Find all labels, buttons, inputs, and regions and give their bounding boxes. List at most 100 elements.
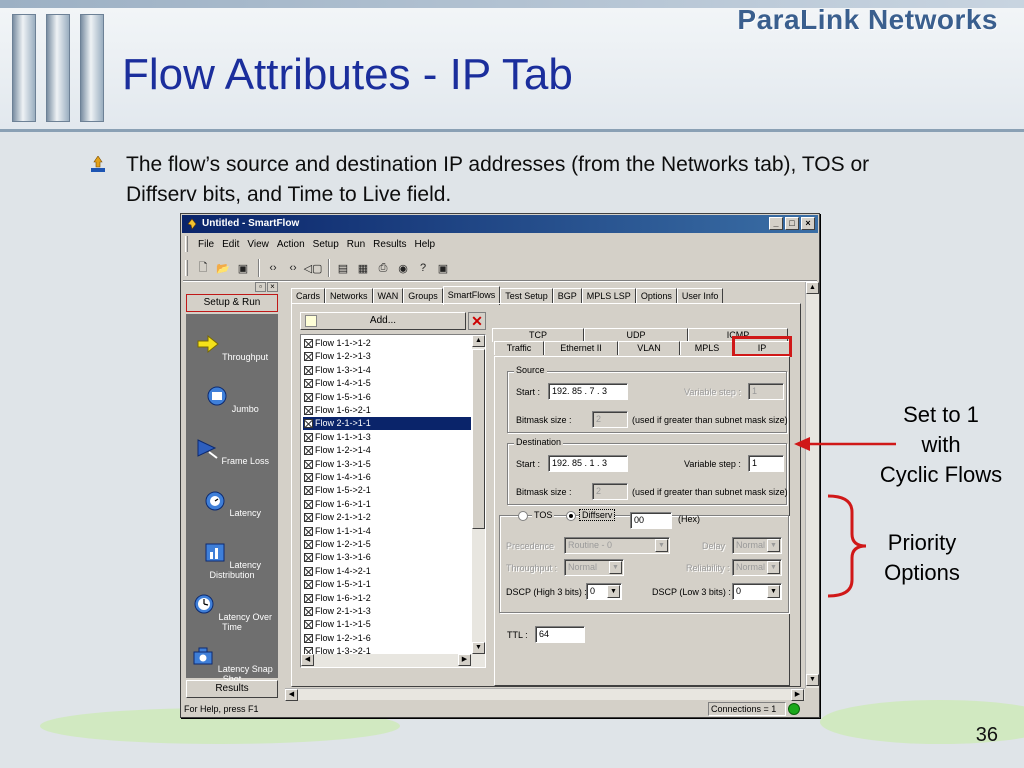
checkbox-icon[interactable] bbox=[304, 432, 313, 442]
new-file-icon[interactable]: 🗋 bbox=[194, 259, 212, 277]
flow-list-item[interactable]: Flow 1-5->1-6 bbox=[303, 391, 471, 404]
toolbar-grip[interactable] bbox=[185, 260, 188, 276]
checkbox-icon[interactable] bbox=[304, 633, 313, 643]
setup-run-button[interactable]: Setup & Run bbox=[186, 294, 278, 312]
flow-list-item[interactable]: Flow 1-2->1-4 bbox=[303, 444, 471, 457]
throughput-select[interactable]: Normal ▼ bbox=[564, 559, 624, 576]
flow-list-item[interactable]: Flow 1-1->1-4 bbox=[303, 525, 471, 538]
source-start-ip-input[interactable]: 192. 85 . 7 . 3 bbox=[548, 383, 628, 400]
sidebar-item-latency[interactable]: Latency bbox=[184, 488, 280, 518]
tos-radio[interactable] bbox=[518, 511, 528, 521]
open-folder-icon[interactable]: 📂 bbox=[214, 259, 232, 277]
flow-list-item[interactable]: Flow 1-5->1-1 bbox=[303, 578, 471, 591]
checkbox-icon[interactable] bbox=[304, 392, 313, 402]
checkbox-icon[interactable] bbox=[304, 459, 313, 469]
delete-flow-button[interactable]: ✕ bbox=[468, 312, 486, 330]
menu-run[interactable]: Run bbox=[343, 236, 369, 254]
tab-wan[interactable]: WAN bbox=[372, 288, 404, 304]
checkbox-icon[interactable] bbox=[304, 473, 313, 482]
monitor-icon[interactable]: ▣ bbox=[434, 259, 452, 277]
nav-back-icon[interactable]: ‹› bbox=[264, 259, 282, 277]
checkbox-icon[interactable] bbox=[304, 580, 313, 590]
tab-options[interactable]: Options bbox=[635, 288, 677, 304]
checkbox-icon[interactable] bbox=[304, 446, 313, 456]
checkbox-icon[interactable] bbox=[304, 566, 313, 576]
tab-user-info[interactable]: User Info bbox=[676, 288, 724, 304]
flow-list-scrollbar[interactable]: ▲ ▼ bbox=[472, 335, 485, 655]
flow-list-hscrollbar[interactable]: ◀ ▶ bbox=[301, 654, 485, 667]
sidebar-item-latency-distribution[interactable]: Latency Distribution bbox=[184, 540, 280, 580]
print-preview-icon[interactable]: ▦ bbox=[354, 259, 372, 277]
maximize-button[interactable]: □ bbox=[785, 217, 799, 230]
tab-tcp[interactable]: TCP bbox=[492, 328, 584, 342]
pane-restore-button[interactable]: ▫ bbox=[255, 282, 266, 292]
precedence-select[interactable]: Routine - 0 ▼ bbox=[564, 537, 670, 554]
menu-edit[interactable]: Edit bbox=[218, 236, 243, 254]
tab-cards[interactable]: Cards bbox=[291, 288, 326, 304]
sidebar-item-latency-over-time[interactable]: Latency Over Time bbox=[184, 592, 280, 632]
nav-forward-icon[interactable]: ‹› bbox=[284, 259, 302, 277]
checkbox-icon[interactable] bbox=[304, 526, 313, 536]
checkbox-icon[interactable] bbox=[304, 607, 313, 616]
dscp-low-select[interactable]: 0 ▼ bbox=[732, 583, 782, 600]
checkbox-icon[interactable] bbox=[304, 499, 313, 509]
menu-grip[interactable] bbox=[185, 236, 188, 252]
destination-variable-step-input[interactable]: 1 bbox=[748, 455, 784, 472]
checkbox-icon[interactable] bbox=[304, 540, 313, 549]
menu-view[interactable]: View bbox=[243, 236, 273, 254]
pane-close-button[interactable]: × bbox=[267, 282, 278, 292]
tab-test-setup[interactable]: Test Setup bbox=[500, 288, 553, 304]
tab-ip[interactable]: IP bbox=[732, 336, 792, 357]
checkbox-icon[interactable] bbox=[304, 339, 313, 348]
add-flow-button[interactable]: Add... bbox=[300, 312, 466, 330]
scroll-left-arrow[interactable]: ◀ bbox=[301, 654, 314, 666]
hex-value-input[interactable]: 00 bbox=[630, 512, 672, 529]
flow-list-item[interactable]: Flow 2-1->1-3 bbox=[303, 605, 471, 618]
minimize-button[interactable]: _ bbox=[769, 217, 783, 230]
flow-list-item[interactable]: Flow 1-4->1-6 bbox=[303, 471, 471, 484]
checkbox-icon[interactable] bbox=[304, 513, 313, 523]
source-bitmask-input[interactable]: 2 bbox=[592, 411, 628, 428]
checkbox-icon[interactable] bbox=[304, 365, 313, 375]
globe-icon[interactable]: ◉ bbox=[394, 259, 412, 277]
tab-mpls-lsp[interactable]: MPLS LSP bbox=[581, 288, 636, 304]
flow-list-item[interactable]: Flow 1-2->1-6 bbox=[303, 632, 471, 645]
checkbox-icon[interactable] bbox=[304, 419, 313, 429]
menu-setup[interactable]: Setup bbox=[309, 236, 343, 254]
tab-vlan[interactable]: VLAN bbox=[618, 341, 680, 355]
flow-list-item[interactable]: Flow 1-3->1-5 bbox=[303, 458, 471, 471]
tab-traffic[interactable]: Traffic bbox=[494, 341, 544, 355]
ttl-input[interactable]: 64 bbox=[535, 626, 585, 643]
scroll-up-arrow[interactable]: ▲ bbox=[806, 282, 819, 294]
menu-help[interactable]: Help bbox=[411, 236, 440, 254]
menu-action[interactable]: Action bbox=[273, 236, 309, 254]
main-vertical-scrollbar[interactable]: ▲ ▼ bbox=[805, 282, 819, 688]
reliability-select[interactable]: Normal ▼ bbox=[732, 559, 782, 576]
tab-mpls[interactable]: MPLS bbox=[680, 341, 734, 355]
scroll-up-arrow[interactable]: ▲ bbox=[472, 335, 485, 347]
checkbox-icon[interactable] bbox=[304, 406, 313, 415]
flow-list-item[interactable]: Flow 1-3->1-6 bbox=[303, 551, 471, 564]
window-titlebar[interactable]: Untitled - SmartFlow _ □ × bbox=[182, 215, 818, 233]
tab-networks[interactable]: Networks bbox=[325, 288, 373, 304]
tab-bgp[interactable]: BGP bbox=[552, 288, 582, 304]
diffserv-radio[interactable] bbox=[566, 511, 576, 521]
checkbox-icon[interactable] bbox=[304, 593, 313, 603]
flow-list-item[interactable]: Flow 2-1->1-2 bbox=[303, 511, 471, 524]
checkbox-icon[interactable] bbox=[304, 553, 313, 563]
menu-file[interactable]: File bbox=[194, 236, 218, 254]
flow-list-item[interactable]: Flow 1-4->1-5 bbox=[303, 377, 471, 390]
tab-groups[interactable]: Groups bbox=[403, 288, 443, 304]
scroll-thumb[interactable] bbox=[472, 349, 485, 529]
flow-list-item[interactable]: Flow 1-6->1-2 bbox=[303, 592, 471, 605]
flow-list[interactable]: Flow 1-3->2-1 Flow 1-2->1-6 Flow 1-1->1-5 F… bbox=[300, 334, 486, 668]
dscp-high-select[interactable]: 0 ▼ bbox=[586, 583, 622, 600]
scroll-right-arrow[interactable]: ▶ bbox=[458, 654, 471, 666]
sidebar-item-latency-snap-shot[interactable]: Latency Snap Shot bbox=[184, 644, 280, 684]
flow-list-item[interactable]: Flow 1-1->1-5 bbox=[303, 618, 471, 631]
scroll-down-arrow[interactable]: ▼ bbox=[806, 674, 819, 686]
scroll-down-arrow[interactable]: ▼ bbox=[472, 642, 485, 654]
checkbox-icon[interactable] bbox=[304, 486, 313, 496]
flow-list-item[interactable]: Flow 1-1->1-3 bbox=[303, 431, 471, 444]
scroll-right-arrow[interactable]: ▶ bbox=[791, 689, 804, 701]
